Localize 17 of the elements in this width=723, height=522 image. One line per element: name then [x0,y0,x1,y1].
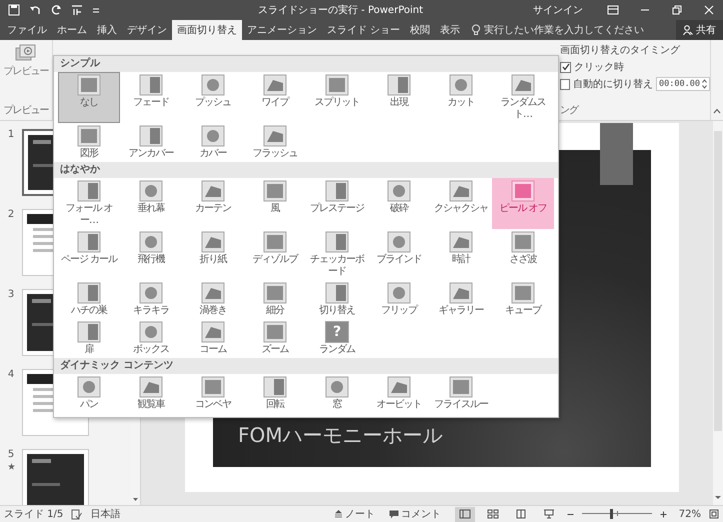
section-header: シンプル [54,56,558,72]
slide-number: 2 [8,209,14,220]
slide-number: 5 [8,449,14,460]
slide-count: スライド 1/5 [4,508,64,521]
checkbox-label: 自動的に切り替え [573,78,654,91]
slide-number: 1 [8,129,14,140]
section-header: ダイナミック コンテンツ [54,358,558,374]
window-title: スライドショーの実行 - PowerPoint [258,4,424,17]
checkbox-label: クリック時 [574,60,624,74]
section-header: はなやか [54,162,558,178]
slide-number: 3 [8,289,14,300]
group-label: ング [560,104,578,117]
timing-heading: 画面切り替えのタイミング [560,44,681,57]
glyph-icon: ? [325,321,349,343]
slide-number: 4 [8,369,14,380]
slide-title: FOMハーモニーホール [238,422,443,449]
group-label: プレビュー [4,104,48,117]
